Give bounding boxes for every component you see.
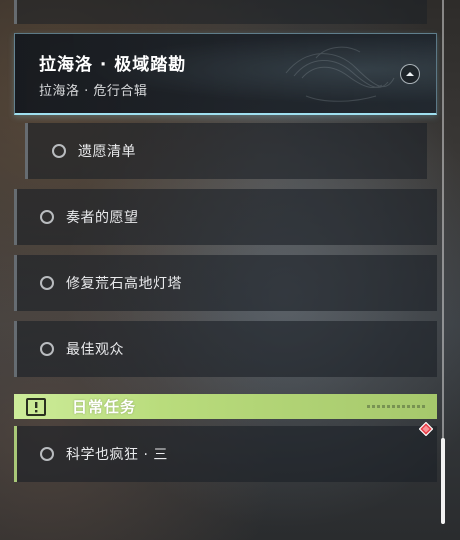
quest-item-0[interactable]: 遗愿清单 [25,123,427,179]
chevron-up-icon [406,72,414,76]
quest-group-title: 拉海洛 · 极域踏勘 [39,55,187,75]
quest-item-label: 修复荒石高地灯塔 [66,276,182,292]
empty-circle-icon [40,210,54,224]
collapse-button[interactable] [400,64,420,84]
empty-circle-icon [52,144,66,158]
daily-tasks-title: 日常任务 [72,398,137,416]
quest-item-label: 科学也疯狂 · 三 [66,447,168,463]
empty-circle-icon [40,276,54,290]
quest-row-partial[interactable] [14,0,427,24]
red-diamond-icon [418,421,434,437]
daily-tasks-section-header[interactable]: 日常任务 [14,394,437,419]
alert-icon [14,394,58,419]
topography-pattern [285,46,395,102]
quest-item-label: 遗愿清单 [78,144,136,160]
scrollbar-thumb[interactable] [441,438,445,524]
quest-group-subtitle: 拉海洛 · 危行合辑 [39,84,148,99]
quest-item-label: 奏者的愿望 [66,210,139,226]
empty-circle-icon [40,447,54,461]
quest-group-header[interactable]: 拉海洛 · 极域踏勘 拉海洛 · 危行合辑 [14,33,437,115]
quest-item-1[interactable]: 奏者的愿望 [14,189,437,245]
section-decoration [367,405,427,408]
empty-circle-icon [40,342,54,356]
quest-item-2[interactable]: 修复荒石高地灯塔 [14,255,437,311]
daily-quest-item-0[interactable]: 科学也疯狂 · 三 [14,426,437,482]
quest-item-3[interactable]: 最佳观众 [14,321,437,377]
quest-item-label: 最佳观众 [66,342,124,358]
